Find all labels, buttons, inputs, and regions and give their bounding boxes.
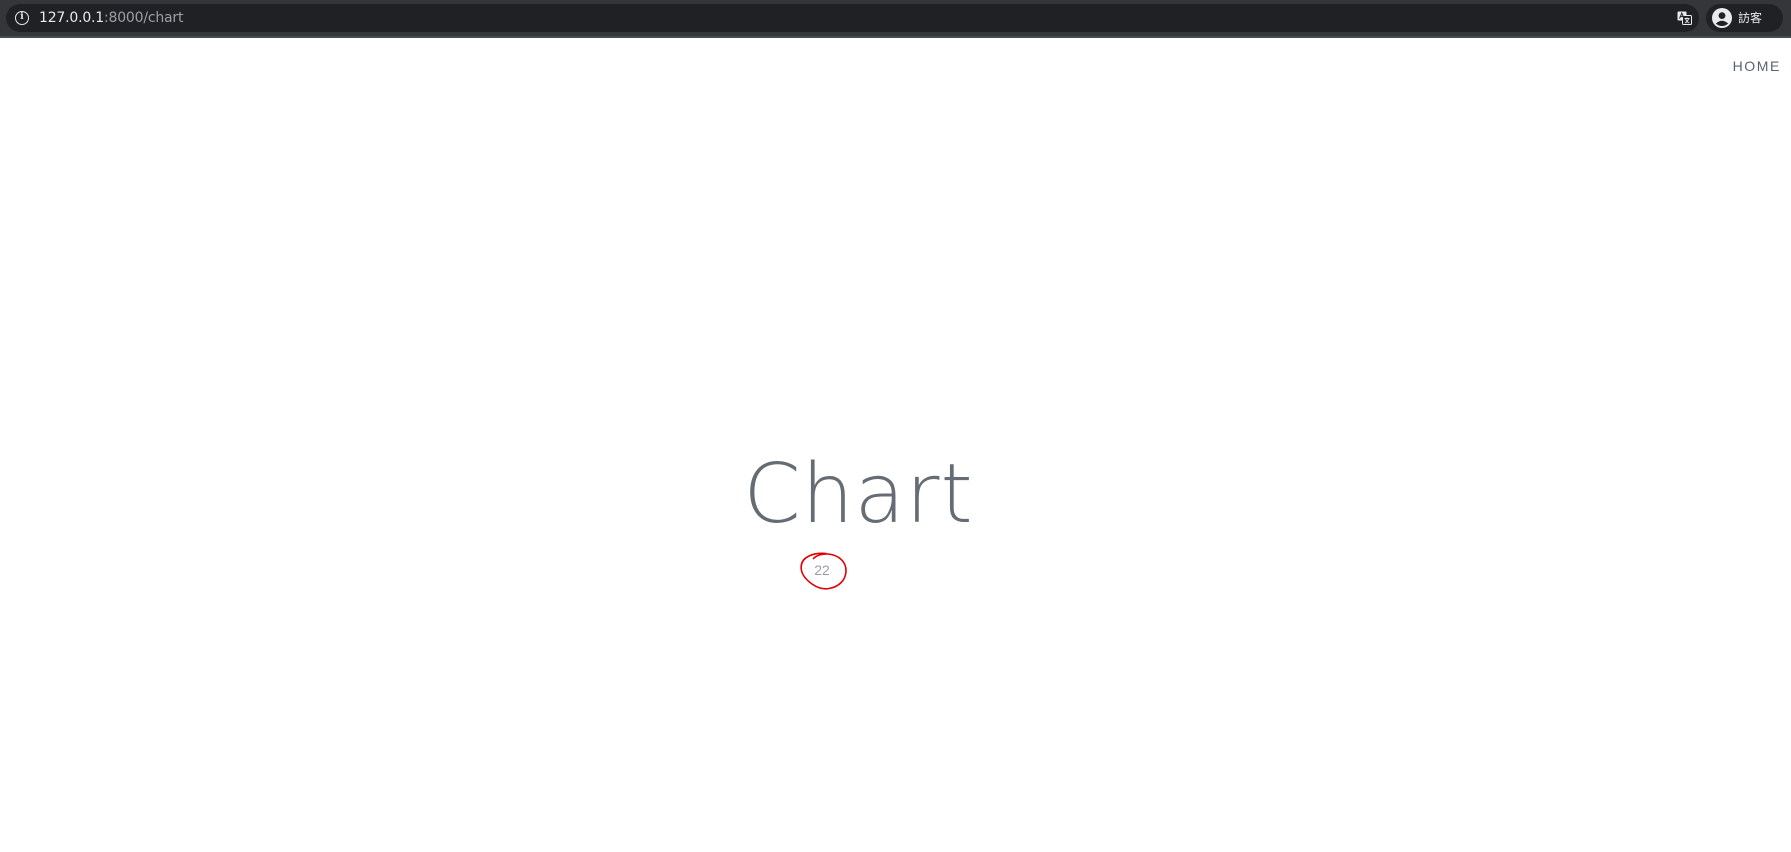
page-title: Chart <box>743 447 974 542</box>
url-path: :8000/chart <box>104 10 184 26</box>
address-bar[interactable]: i 127.0.0.1:8000/chart <box>6 4 1699 32</box>
profile-button[interactable]: 訪客 <box>1706 4 1783 32</box>
browser-toolbar: i 127.0.0.1:8000/chart 訪客 <box>0 0 1791 38</box>
url-host: 127.0.0.1 <box>39 10 104 26</box>
home-link[interactable]: HOME <box>1733 58 1781 74</box>
info-icon[interactable]: i <box>15 11 29 25</box>
count-value: 22 <box>814 562 830 578</box>
url-text[interactable]: 127.0.0.1:8000/chart <box>39 9 183 27</box>
profile-label: 訪客 <box>1738 11 1763 25</box>
translate-icon[interactable] <box>1677 11 1692 25</box>
avatar-icon <box>1712 8 1732 28</box>
count-annotation: 22 <box>798 551 850 591</box>
